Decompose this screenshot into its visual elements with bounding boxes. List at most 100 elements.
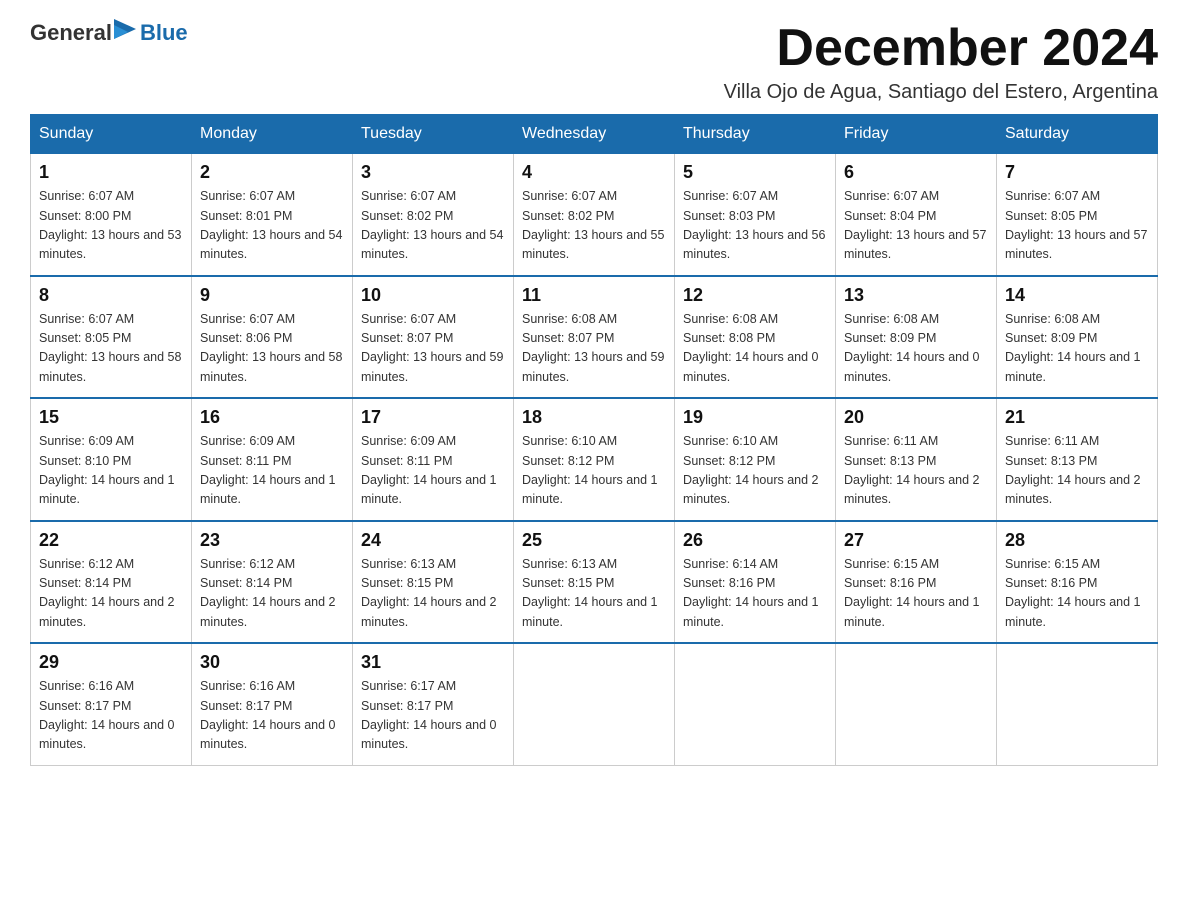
day-info: Sunrise: 6:07 AMSunset: 8:00 PMDaylight:… <box>39 187 183 265</box>
header-tuesday: Tuesday <box>353 115 514 154</box>
day-info: Sunrise: 6:08 AMSunset: 8:09 PMDaylight:… <box>1005 310 1149 388</box>
day-cell: 6Sunrise: 6:07 AMSunset: 8:04 PMDaylight… <box>836 154 997 276</box>
day-number: 6 <box>844 162 988 183</box>
day-number: 19 <box>683 407 827 428</box>
day-number: 3 <box>361 162 505 183</box>
day-cell <box>675 643 836 765</box>
day-info: Sunrise: 6:07 AMSunset: 8:03 PMDaylight:… <box>683 187 827 265</box>
day-cell: 21 Sunrise: 6:11 AMSunset: 8:13 PMDayligh… <box>997 398 1158 521</box>
day-number: 17 <box>361 407 505 428</box>
day-cell: 13Sunrise: 6:08 AMSunset: 8:09 PMDayligh… <box>836 276 997 399</box>
day-number: 2 <box>200 162 344 183</box>
day-number: 23 <box>200 530 344 551</box>
day-cell: 28Sunrise: 6:15 AMSunset: 8:16 PMDayligh… <box>997 521 1158 644</box>
day-number: 8 <box>39 285 183 306</box>
header-monday: Monday <box>192 115 353 154</box>
day-number: 14 <box>1005 285 1149 306</box>
week-row-1: 1 Sunrise: 6:07 AMSunset: 8:00 PMDaylight… <box>31 154 1158 276</box>
calendar-table: SundayMondayTuesdayWednesdayThursdayFrid… <box>30 114 1158 766</box>
day-info: Sunrise: 6:10 AMSunset: 8:12 PMDaylight:… <box>683 432 827 510</box>
header-thursday: Thursday <box>675 115 836 154</box>
day-info: Sunrise: 6:07 AMSunset: 8:02 PMDaylight:… <box>522 187 666 265</box>
day-cell: 3Sunrise: 6:07 AMSunset: 8:02 PMDaylight… <box>353 154 514 276</box>
day-info: Sunrise: 6:15 AMSunset: 8:16 PMDaylight:… <box>844 555 988 633</box>
week-row-5: 29 Sunrise: 6:16 AMSunset: 8:17 PMDayligh… <box>31 643 1158 765</box>
day-cell: 11 Sunrise: 6:08 AMSunset: 8:07 PMDayligh… <box>514 276 675 399</box>
day-cell <box>836 643 997 765</box>
day-info: Sunrise: 6:16 AMSunset: 8:17 PMDaylight:… <box>200 677 344 755</box>
day-cell: 25Sunrise: 6:13 AMSunset: 8:15 PMDayligh… <box>514 521 675 644</box>
header-saturday: Saturday <box>997 115 1158 154</box>
day-info: Sunrise: 6:07 AMSunset: 8:07 PMDaylight:… <box>361 310 505 388</box>
day-number: 12 <box>683 285 827 306</box>
day-info: Sunrise: 6:17 AMSunset: 8:17 PMDaylight:… <box>361 677 505 755</box>
days-header-row: SundayMondayTuesdayWednesdayThursdayFrid… <box>31 115 1158 154</box>
day-number: 18 <box>522 407 666 428</box>
day-info: Sunrise: 6:15 AMSunset: 8:16 PMDaylight:… <box>1005 555 1149 633</box>
day-number: 22 <box>39 530 183 551</box>
day-cell: 7 Sunrise: 6:07 AMSunset: 8:05 PMDaylight… <box>997 154 1158 276</box>
day-cell: 16 Sunrise: 6:09 AMSunset: 8:11 PMDayligh… <box>192 398 353 521</box>
day-info: Sunrise: 6:14 AMSunset: 8:16 PMDaylight:… <box>683 555 827 633</box>
day-number: 10 <box>361 285 505 306</box>
location-subtitle: Villa Ojo de Agua, Santiago del Estero, … <box>724 81 1158 104</box>
day-cell: 20 Sunrise: 6:11 AMSunset: 8:13 PMDayligh… <box>836 398 997 521</box>
day-number: 15 <box>39 407 183 428</box>
header-sunday: Sunday <box>31 115 192 154</box>
logo: General Blue <box>30 20 188 46</box>
day-info: Sunrise: 6:11 AMSunset: 8:13 PMDaylight:… <box>844 432 988 510</box>
title-area: December 2024 Villa Ojo de Agua, Santiag… <box>724 20 1158 104</box>
day-cell: 12 Sunrise: 6:08 AMSunset: 8:08 PMDayligh… <box>675 276 836 399</box>
day-cell: 23Sunrise: 6:12 AMSunset: 8:14 PMDayligh… <box>192 521 353 644</box>
day-info: Sunrise: 6:07 AMSunset: 8:05 PMDaylight:… <box>39 310 183 388</box>
month-title: December 2024 <box>724 20 1158 77</box>
day-info: Sunrise: 6:11 AMSunset: 8:13 PMDaylight:… <box>1005 432 1149 510</box>
day-number: 5 <box>683 162 827 183</box>
week-row-4: 22 Sunrise: 6:12 AMSunset: 8:14 PMDayligh… <box>31 521 1158 644</box>
day-info: Sunrise: 6:08 AMSunset: 8:07 PMDaylight:… <box>522 310 666 388</box>
day-info: Sunrise: 6:09 AMSunset: 8:10 PMDaylight:… <box>39 432 183 510</box>
day-cell <box>997 643 1158 765</box>
day-cell: 31Sunrise: 6:17 AMSunset: 8:17 PMDayligh… <box>353 643 514 765</box>
page-header: General Blue December 2024 Villa Ojo de … <box>30 20 1158 104</box>
day-number: 24 <box>361 530 505 551</box>
day-number: 1 <box>39 162 183 183</box>
day-number: 9 <box>200 285 344 306</box>
day-number: 26 <box>683 530 827 551</box>
day-info: Sunrise: 6:08 AMSunset: 8:08 PMDaylight:… <box>683 310 827 388</box>
day-info: Sunrise: 6:09 AMSunset: 8:11 PMDaylight:… <box>361 432 505 510</box>
day-cell: 26 Sunrise: 6:14 AMSunset: 8:16 PMDayligh… <box>675 521 836 644</box>
day-cell: 30Sunrise: 6:16 AMSunset: 8:17 PMDayligh… <box>192 643 353 765</box>
day-info: Sunrise: 6:07 AMSunset: 8:05 PMDaylight:… <box>1005 187 1149 265</box>
day-cell: 15 Sunrise: 6:09 AMSunset: 8:10 PMDayligh… <box>31 398 192 521</box>
day-number: 11 <box>522 285 666 306</box>
day-info: Sunrise: 6:12 AMSunset: 8:14 PMDaylight:… <box>39 555 183 633</box>
header-wednesday: Wednesday <box>514 115 675 154</box>
day-cell: 9 Sunrise: 6:07 AMSunset: 8:06 PMDaylight… <box>192 276 353 399</box>
day-info: Sunrise: 6:16 AMSunset: 8:17 PMDaylight:… <box>39 677 183 755</box>
day-cell: 5 Sunrise: 6:07 AMSunset: 8:03 PMDaylight… <box>675 154 836 276</box>
day-cell: 4 Sunrise: 6:07 AMSunset: 8:02 PMDaylight… <box>514 154 675 276</box>
day-number: 29 <box>39 652 183 673</box>
day-number: 20 <box>844 407 988 428</box>
day-cell: 24 Sunrise: 6:13 AMSunset: 8:15 PMDayligh… <box>353 521 514 644</box>
day-info: Sunrise: 6:10 AMSunset: 8:12 PMDaylight:… <box>522 432 666 510</box>
day-info: Sunrise: 6:13 AMSunset: 8:15 PMDaylight:… <box>522 555 666 633</box>
day-info: Sunrise: 6:08 AMSunset: 8:09 PMDaylight:… <box>844 310 988 388</box>
day-number: 7 <box>1005 162 1149 183</box>
day-cell: 1 Sunrise: 6:07 AMSunset: 8:00 PMDaylight… <box>31 154 192 276</box>
day-info: Sunrise: 6:13 AMSunset: 8:15 PMDaylight:… <box>361 555 505 633</box>
week-row-3: 15 Sunrise: 6:09 AMSunset: 8:10 PMDayligh… <box>31 398 1158 521</box>
day-number: 16 <box>200 407 344 428</box>
day-info: Sunrise: 6:09 AMSunset: 8:11 PMDaylight:… <box>200 432 344 510</box>
day-number: 4 <box>522 162 666 183</box>
day-cell: 2 Sunrise: 6:07 AMSunset: 8:01 PMDaylight… <box>192 154 353 276</box>
day-number: 27 <box>844 530 988 551</box>
logo-general-text: General <box>30 20 112 46</box>
day-cell: 19 Sunrise: 6:10 AMSunset: 8:12 PMDayligh… <box>675 398 836 521</box>
logo-flag-icon <box>114 19 136 45</box>
day-info: Sunrise: 6:07 AMSunset: 8:01 PMDaylight:… <box>200 187 344 265</box>
day-number: 21 <box>1005 407 1149 428</box>
header-friday: Friday <box>836 115 997 154</box>
day-info: Sunrise: 6:07 AMSunset: 8:06 PMDaylight:… <box>200 310 344 388</box>
